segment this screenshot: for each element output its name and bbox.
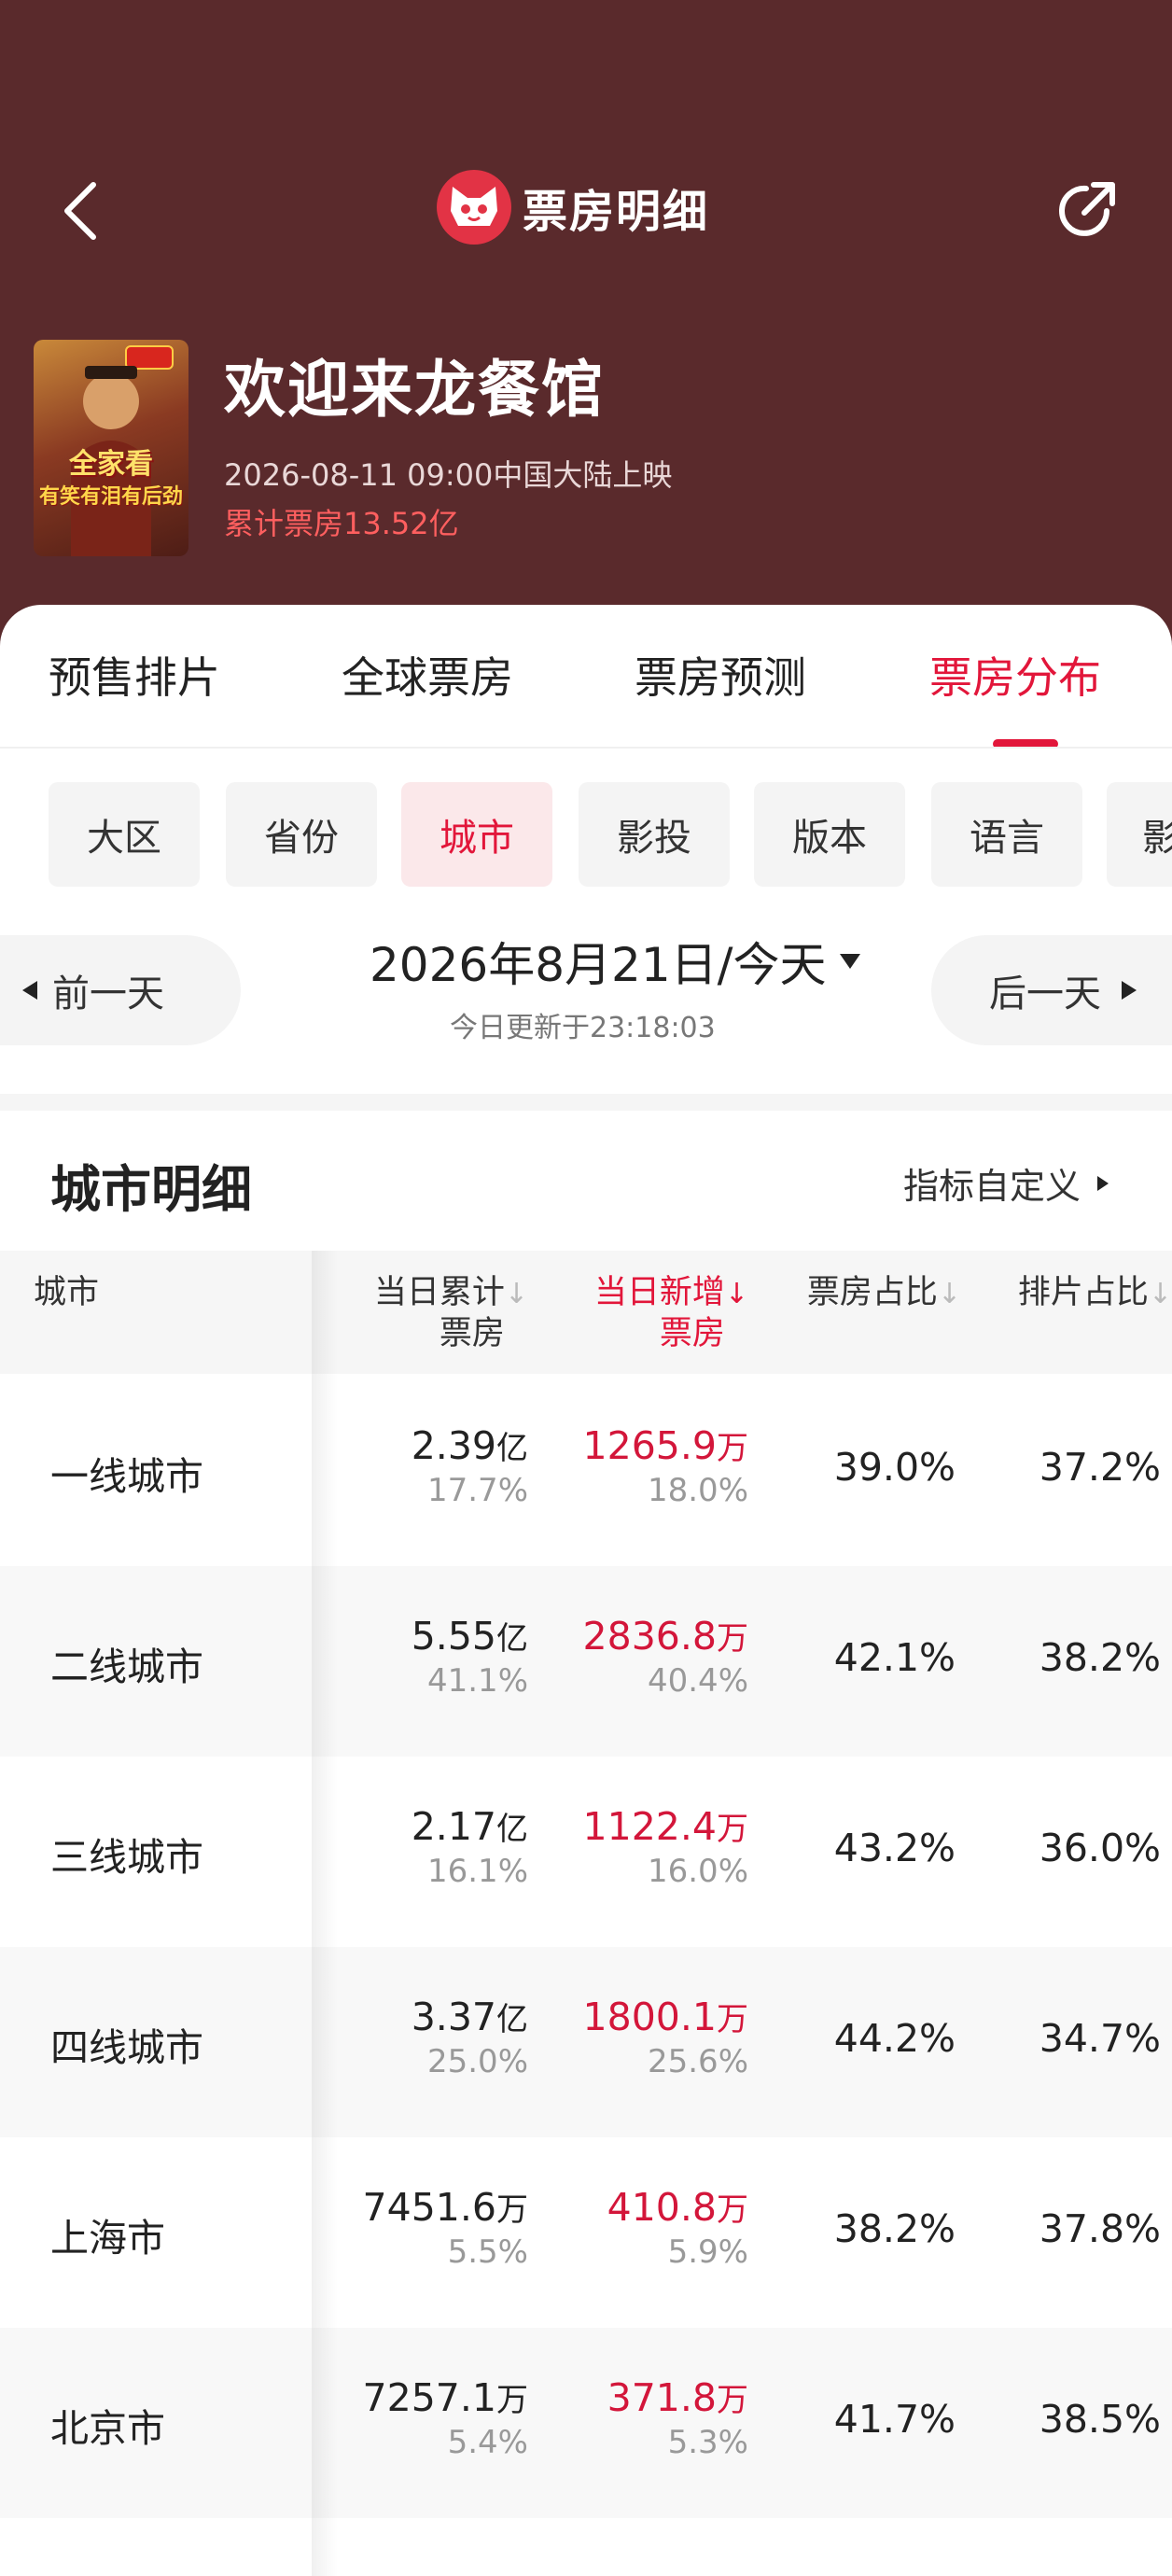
next-day-label: 后一天 <box>989 973 1101 1015</box>
movie-release-info: 2026-08-11 09:00中国大陆上映 <box>224 457 673 493</box>
prev-day-button[interactable]: 前一天 <box>0 935 241 1045</box>
tab-global-box-office[interactable]: 全球票房 <box>342 644 513 706</box>
movie-poster[interactable]: 全家看 有笑有泪有后劲 <box>34 340 188 556</box>
next-day-button[interactable]: 后一天 <box>931 935 1172 1045</box>
sort-icon: ↓ <box>1148 1278 1172 1310</box>
caret-down-icon <box>839 954 860 969</box>
tabs-divider <box>0 747 1172 749</box>
table-row[interactable]: 四线城市 3.37亿 25.0% 1800.1万 25.6% 44.2% 34.7% <box>0 1947 1172 2137</box>
table-row[interactable]: 上海市 7451.6万 5.5% 410.8万 5.9% 38.2% 37.8% <box>0 2137 1172 2328</box>
daily-new-cell: 371.8万 5.3% <box>607 2375 748 2461</box>
maoyan-cat-logo-icon <box>437 170 511 245</box>
box-office-share-cell: 38.2% <box>833 2206 956 2251</box>
city-name: 三线城市 <box>50 1835 203 1880</box>
filter-chip-region[interactable]: 大区 <box>49 782 200 887</box>
daily-new-cell: 410.8万 5.9% <box>607 2185 748 2271</box>
table-row[interactable]: 二线城市 5.55亿 41.1% 2836.8万 40.4% 42.1% 38.2% <box>0 1566 1172 1757</box>
date-selector[interactable]: 2026年8月21日/今天 <box>370 928 860 995</box>
screening-share-cell: 34.7% <box>1039 2016 1161 2061</box>
box-office-share-cell: 41.7% <box>833 2397 956 2442</box>
share-icon <box>1059 182 1115 236</box>
header-box-office-share[interactable]: 票房占比↓ <box>807 1273 961 1314</box>
poster-tagline-1: 全家看 <box>69 448 153 481</box>
city-name: 二线城市 <box>50 1645 203 1689</box>
share-button[interactable] <box>1049 174 1123 248</box>
caret-right-icon <box>1097 1175 1109 1191</box>
table-row[interactable]: 三线城市 2.17亿 16.1% 1122.4万 16.0% 43.2% 36.0% <box>0 1757 1172 1947</box>
box-office-share-cell: 42.1% <box>833 1635 956 1680</box>
screening-share-cell: 36.0% <box>1039 1826 1161 1870</box>
filter-chip-more[interactable]: 影 <box>1107 782 1172 887</box>
city-name: 北京市 <box>50 2406 165 2451</box>
section-separator <box>0 1094 1172 1111</box>
header-screening-share[interactable]: 排片占比↓ <box>1018 1273 1172 1314</box>
header-daily-cumulative[interactable]: 当日累计↓ 票房↓ <box>374 1273 528 1355</box>
table-row[interactable]: 北京市 7257.1万 5.4% 371.8万 5.3% 41.7% 38.5% <box>0 2328 1172 2518</box>
daily-cumulative-cell: 7451.6万 5.5% <box>362 2185 528 2271</box>
screening-share-cell: 38.2% <box>1039 1635 1161 1680</box>
update-time: 今日更新于23:18:03 <box>450 1012 716 1044</box>
tab-box-office-forecast[interactable]: 票房预测 <box>635 644 806 706</box>
daily-cumulative-cell: 2.39亿 17.7% <box>411 1423 528 1509</box>
sort-icon: ↓ <box>937 1278 961 1310</box>
screening-share-cell: 37.8% <box>1039 2206 1161 2251</box>
chevron-left-icon <box>64 182 96 240</box>
customize-metrics-label: 指标自定义 <box>903 1166 1081 1207</box>
current-date: 2026年8月21日/今天 <box>370 938 827 992</box>
header-daily-new[interactable]: 当日新增↓ 票房↓ <box>594 1273 748 1355</box>
screening-share-cell: 38.5% <box>1039 2397 1161 2442</box>
daily-cumulative-cell: 7257.1万 5.4% <box>362 2375 528 2461</box>
section-title: 城市明细 <box>50 1160 252 1219</box>
prev-day-label: 前一天 <box>52 973 164 1015</box>
daily-cumulative-cell: 2.17亿 16.1% <box>411 1804 528 1890</box>
filter-chip-cinema-investor[interactable]: 影投 <box>579 782 730 887</box>
nav-title: 票房明细 <box>437 170 709 245</box>
daily-new-cell: 2836.8万 40.4% <box>582 1614 748 1700</box>
daily-cumulative-cell: 5.55亿 41.1% <box>411 1614 528 1700</box>
table-header <box>0 1251 1172 1374</box>
back-button[interactable] <box>54 174 110 248</box>
sort-icon: ↓ <box>504 1278 528 1310</box>
sort-active-icon: ↓ <box>724 1278 748 1310</box>
filter-chip-language[interactable]: 语言 <box>931 782 1082 887</box>
header-background <box>0 0 1172 672</box>
frozen-column-shadow <box>312 1251 338 2576</box>
screening-share-cell: 37.2% <box>1039 1445 1161 1490</box>
header-city: 城市 <box>34 1274 100 1311</box>
filter-chip-version[interactable]: 版本 <box>754 782 905 887</box>
poster-tagline-2: 有笑有泪有后劲 <box>38 484 183 509</box>
filter-chip-province[interactable]: 省份 <box>226 782 377 887</box>
movie-total-box-office: 累计票房13.52亿 <box>224 506 459 541</box>
daily-new-cell: 1265.9万 18.0% <box>582 1423 748 1509</box>
page-title: 票房明细 <box>523 186 710 238</box>
city-name: 一线城市 <box>50 1454 203 1499</box>
movie-title: 欢迎来龙餐馆 <box>224 354 605 426</box>
daily-cumulative-cell: 3.37亿 25.0% <box>411 1995 528 2080</box>
box-office-share-cell: 44.2% <box>833 2016 956 2061</box>
daily-new-cell: 1122.4万 16.0% <box>582 1804 748 1890</box>
caret-right-icon <box>1122 981 1137 1000</box>
daily-new-cell: 1800.1万 25.6% <box>582 1995 748 2080</box>
tab-presale-schedule[interactable]: 预售排片 <box>49 644 220 706</box>
box-office-share-cell: 43.2% <box>833 1826 956 1870</box>
tab-box-office-distribution[interactable]: 票房分布 <box>929 644 1101 706</box>
caret-left-icon <box>22 981 37 1000</box>
city-name: 四线城市 <box>50 2025 203 2070</box>
city-name: 上海市 <box>50 2216 165 2261</box>
customize-metrics-button[interactable]: 指标自定义 <box>903 1157 1109 1209</box>
filter-chip-city[interactable]: 城市 <box>401 782 552 887</box>
box-office-share-cell: 39.0% <box>833 1445 956 1490</box>
table-row[interactable]: 一线城市 2.39亿 17.7% 1265.9万 18.0% 39.0% 37.2% <box>0 1376 1172 1566</box>
